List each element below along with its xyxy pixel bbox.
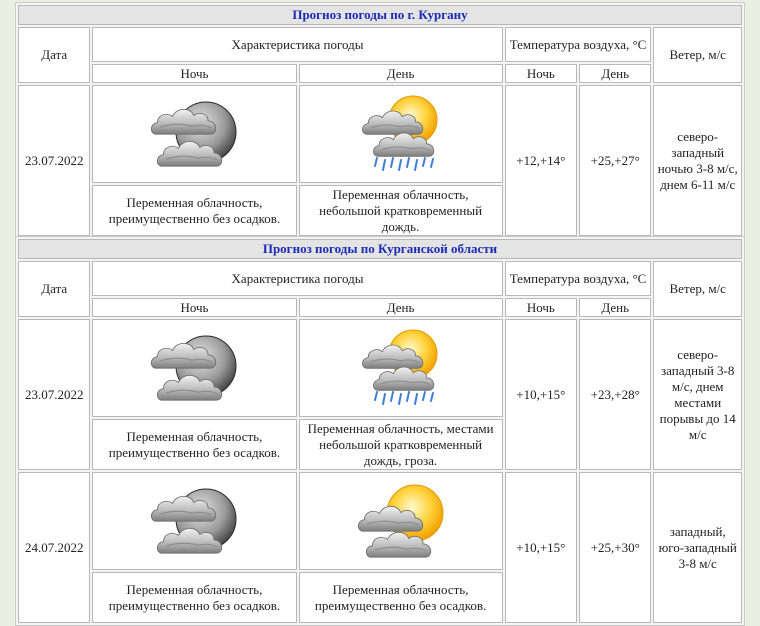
day-description: Переменная облачность, местами небольшой… [298, 419, 503, 470]
temp-day-cell: +25,+30° [579, 472, 652, 623]
temp-day-header: День [579, 64, 652, 83]
cloudy-moon-icon [151, 488, 237, 554]
date-header: Дата [18, 27, 91, 83]
temp-header: Температура воздуха, °C [504, 27, 652, 62]
table-row: 23.07.2022 [18, 319, 742, 470]
wind-header: Ветер, м/с [653, 261, 742, 317]
day-header: День [298, 298, 503, 317]
wind-cell: западный, юго-западный 3-8 м/с [653, 472, 742, 623]
night-header: Ночь [92, 298, 297, 317]
weather-header: Характеристика погоды [92, 27, 503, 62]
wind-cell: северо-западный 3-8 м/с, днем местами по… [653, 319, 742, 470]
night-description: Переменная облачность, преимущественно б… [92, 185, 297, 236]
date-cell: 24.07.2022 [18, 472, 91, 623]
night-description: Переменная облачность, преимущественно б… [92, 419, 297, 470]
sun-cloud-icon [357, 484, 444, 558]
day-description: Переменная облачность, небольшой кратков… [298, 185, 503, 236]
table-row: 23.07.2022 [18, 85, 742, 236]
temp-night-cell: +10,+15° [504, 319, 578, 470]
city-forecast-table: Прогноз погоды по г. Кургану Дата Характ… [15, 2, 745, 239]
temp-day-cell: +23,+28° [579, 319, 652, 470]
wind-header: Ветер, м/с [653, 27, 742, 83]
temp-night-cell: +10,+15° [504, 472, 578, 623]
date-header: Дата [18, 261, 91, 317]
temp-night-header: Ночь [504, 298, 578, 317]
temp-day-cell: +25,+27° [579, 85, 652, 236]
day-header: День [298, 64, 503, 83]
table-title: Прогноз погоды по г. Кургану [18, 5, 742, 25]
temp-header: Температура воздуха, °C [504, 261, 652, 296]
cloudy-moon-icon [151, 335, 237, 401]
date-cell: 23.07.2022 [18, 85, 91, 236]
table-row: 24.07.2022 +10,+15° +25,+30° западный, ю… [18, 472, 742, 623]
sun-cloud-rain-icon [361, 329, 438, 405]
weather-header: Характеристика погоды [92, 261, 503, 296]
temp-night-header: Ночь [504, 64, 578, 83]
sun-cloud-rain-icon [361, 95, 438, 171]
date-cell: 23.07.2022 [18, 319, 91, 470]
table-title: Прогноз погоды по Курганской области [18, 239, 742, 259]
night-header: Ночь [92, 64, 297, 83]
day-description: Переменная облачность, преимущественно б… [298, 572, 503, 623]
temp-day-header: День [579, 298, 652, 317]
region-forecast-table: Прогноз погоды по Курганской области Дат… [15, 236, 745, 626]
temp-night-cell: +12,+14° [504, 85, 578, 236]
wind-cell: северо-западный ночью 3-8 м/с, днем 6-11… [653, 85, 742, 236]
night-description: Переменная облачность, преимущественно б… [92, 572, 297, 623]
cloudy-moon-icon [151, 101, 237, 167]
